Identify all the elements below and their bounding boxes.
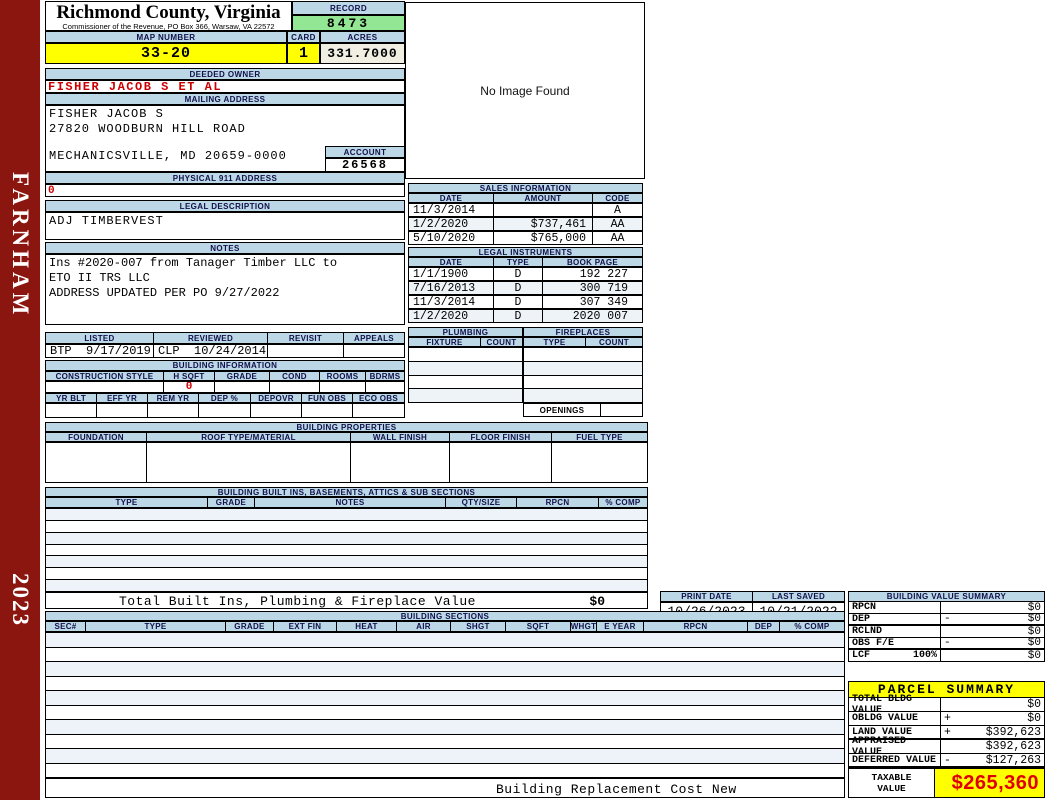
commissioner-line: Commissioner of the Revenue, PO Box 366,… — [62, 22, 275, 31]
building-sections-headers: SEC# TYPE GRADE EXT FIN HEAT AIR SHGT SQ… — [45, 621, 845, 632]
instrument-row: 11/3/2014 D 307 349 — [408, 295, 643, 309]
building-info-headers-1: CONSTRUCTION STYLE H SQFT GRADE COND ROO… — [45, 371, 405, 381]
account-value: 26568 — [325, 158, 405, 172]
instruments-title: LEGAL INSTRUMENTS — [408, 247, 643, 257]
notes-box: Ins #2020-007 from Tanager Timber LLC to… — [45, 254, 405, 325]
plumbing-empty-rows — [408, 347, 523, 403]
building-sections-title: BUILDING SECTIONS — [45, 611, 845, 621]
parcel-row: OBLDG VALUE + $0 — [848, 712, 1045, 726]
building-properties-headers: FOUNDATION ROOF TYPE/MATERIAL WALL FINIS… — [45, 432, 648, 442]
map-number-value: 33-20 — [45, 43, 287, 64]
parcel-summary: TOTAL BLDG VALUE $0 OBLDG VALUE + $0 LAND… — [848, 694, 1045, 768]
building-info-headers-2: YR BLT EFF YR REM YR DEP % DEPOVR FUN OB… — [45, 393, 405, 403]
h-sqft-value: 0 — [164, 382, 215, 392]
physical-911-label: PHYSICAL 911 ADDRESS — [45, 172, 405, 184]
built-ins-headers: TYPE GRADE NOTES QTY/SIZE RPCN % COMP — [45, 497, 648, 508]
taxable-value-row: TAXABLE VALUE $265,360 — [848, 768, 1045, 798]
mailing-line-3: MECHANICSVILLE, MD 20659-0000 — [49, 149, 287, 163]
physical-911-value: 0 — [45, 184, 405, 197]
notes-line-2: ETO II TRS LLC — [49, 271, 150, 285]
built-ins-total-value: $0 — [589, 594, 605, 609]
plumbing-headers: FIXTURE COUNT — [408, 337, 523, 347]
county-title: Richmond County, Virginia — [56, 2, 281, 23]
instrument-row: 1/1/1900 D 192 227 — [408, 267, 643, 281]
openings-label: OPENINGS — [524, 404, 601, 416]
replacement-cost-label: Building Replacement Cost New — [496, 782, 737, 797]
deeded-owner-value: FISHER JACOB S ET AL — [45, 80, 405, 94]
review-headers: LISTED REVIEWED REVISIT APPEALS — [45, 332, 405, 344]
building-sections-footer-row: Building Replacement Cost New — [45, 778, 845, 798]
instrument-row: 1/2/2020 D 2020 007 — [408, 309, 643, 323]
acres-value: 331.7000 — [320, 43, 405, 64]
acres-label: ACRES — [320, 31, 405, 43]
no-image-text: No Image Found — [480, 83, 570, 98]
legal-description-value: ADJ TIMBERVEST — [49, 214, 164, 228]
bvs-row: LCF 100% $0 — [848, 650, 1045, 662]
county-header: Richmond County, Virginia Commissioner o… — [45, 1, 292, 31]
record-label: RECORD — [292, 1, 405, 15]
notes-label: NOTES — [45, 242, 405, 254]
building-info-values-2 — [45, 403, 405, 418]
sales-row: 11/3/2014 A — [408, 203, 643, 217]
record-value: 8473 — [292, 15, 405, 31]
print-info-headers: PRINT DATE LAST SAVED — [660, 591, 845, 602]
built-ins-title: BUILDING BUILT INS, BASEMENTS, ATTICS & … — [45, 487, 648, 497]
plumbing-title: PLUMBING — [408, 327, 523, 337]
district-label: FARNHAM — [8, 171, 33, 319]
tax-year-label: 2023 — [8, 573, 33, 627]
mailing-line-2: 27820 WOODBURN HILL ROAD — [49, 122, 246, 136]
built-ins-empty-rows — [45, 508, 648, 592]
legal-description-label: LEGAL DESCRIPTION — [45, 200, 405, 212]
account-label: ACCOUNT — [325, 146, 405, 158]
taxable-value-amount: $265,360 — [935, 769, 1044, 797]
legal-description-box: ADJ TIMBERVEST — [45, 212, 405, 240]
fireplaces-title: FIREPLACES — [523, 327, 643, 337]
fireplaces-empty-rows — [523, 347, 643, 403]
review-values: BTP 9/17/2019 CLP 10/24/2014 — [45, 344, 405, 358]
building-properties-title: BUILDING PROPERTIES — [45, 422, 648, 432]
deeded-owner-label: DEEDED OWNER — [45, 68, 405, 80]
bvs-row: OBS F/E - $0 — [848, 637, 1045, 650]
building-value-summary: RPCN $0 DEP - $0 RCLND $0 OBS F/E - $0 LCF… — [848, 602, 1045, 662]
card-value: 1 — [287, 43, 320, 64]
map-number-label: MAP NUMBER — [45, 31, 287, 43]
instrument-row: 7/16/2013 D 300 719 — [408, 281, 643, 295]
building-properties-values — [45, 442, 648, 483]
photo-placeholder: No Image Found — [405, 2, 645, 179]
sales-row: 1/2/2020 $737,461 AA — [408, 217, 643, 231]
fireplace-openings-row: OPENINGS — [523, 403, 643, 417]
mailing-line-1: FISHER JACOB S — [49, 107, 164, 121]
built-ins-total-row: Total Built Ins, Plumbing & Fireplace Va… — [45, 592, 648, 609]
card-label: CARD — [287, 31, 320, 43]
parcel-row: APPRAISED VALUE $392,623 — [848, 736, 1045, 758]
notes-line-3: ADDRESS UPDATED PER PO 9/27/2022 — [49, 286, 280, 300]
sales-row: 5/10/2020 $765,000 AA — [408, 231, 643, 245]
parcel-row: DEFERRED VALUE - $127,263 — [848, 754, 1045, 768]
bvs-row: DEP - $0 — [848, 613, 1045, 626]
sales-headers: DATE AMOUNT CODE — [408, 193, 643, 203]
spine: FARNHAM 2023 — [0, 0, 40, 800]
sales-title: SALES INFORMATION — [408, 183, 643, 193]
building-sections-empty-rows — [45, 632, 845, 778]
instruments-headers: DATE TYPE BOOK PAGE — [408, 257, 643, 267]
building-value-summary-title: BUILDING VALUE SUMMARY — [848, 591, 1045, 602]
building-info-title: BUILDING INFORMATION — [45, 360, 405, 371]
parcel-row: TOTAL BLDG VALUE $0 — [848, 694, 1045, 716]
notes-line-1: Ins #2020-007 from Tanager Timber LLC to — [49, 256, 338, 270]
taxable-value-label: TAXABLE VALUE — [849, 769, 935, 797]
fireplaces-headers: TYPE COUNT — [523, 337, 643, 347]
built-ins-total-label: Total Built Ins, Plumbing & Fireplace Va… — [119, 594, 476, 609]
building-info-values-1: 0 — [45, 381, 405, 393]
mailing-address-label: MAILING ADDRESS — [45, 93, 405, 105]
